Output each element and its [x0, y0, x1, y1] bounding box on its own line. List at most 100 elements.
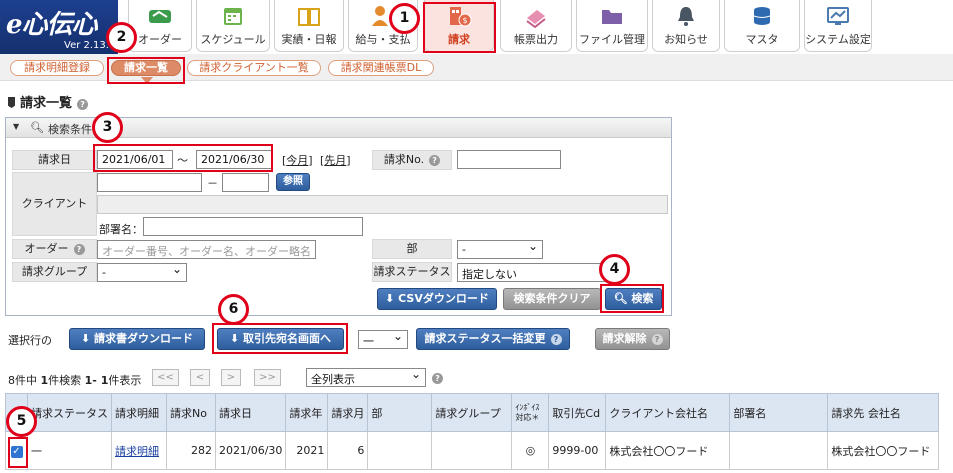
highlight-box-billing-tab: [423, 2, 496, 53]
nav-tab-settings[interactable]: システム設定: [804, 0, 872, 52]
column-header[interactable]: 取引先Cd: [548, 393, 607, 432]
column-header[interactable]: 請求ステータス: [27, 393, 112, 432]
download-icon: ⬇: [80, 332, 95, 345]
help-icon[interactable]: ?: [73, 244, 85, 255]
nav-tab-label: オーダー: [138, 33, 182, 46]
nav-tab-files[interactable]: ファイル管理: [576, 0, 648, 52]
invoice-no-cell: 282: [166, 431, 216, 470]
this-month-link[interactable]: 今月: [286, 154, 308, 167]
client-reference-button[interactable]: 参照: [276, 173, 310, 191]
summary-mid: 件検索: [48, 374, 85, 387]
invoice-no-label-text: 請求No.: [383, 153, 425, 166]
nav-tab-reports[interactable]: 帳票出力: [500, 0, 572, 52]
database-icon: [753, 7, 771, 25]
results-summary: 8件中 1件検索 1- 1件表示: [8, 372, 141, 388]
clear-conditions-button[interactable]: 検索条件クリア: [503, 288, 601, 310]
last-month-link[interactable]: 先月: [324, 154, 346, 167]
column-header[interactable]: 請求年: [285, 393, 329, 432]
cancel-invoice-button[interactable]: 請求解除?: [595, 328, 670, 350]
highlight-box-date-range: [93, 144, 273, 172]
pager-first-button[interactable]: <<: [152, 369, 179, 386]
invoice-support-cell: ◎: [511, 431, 550, 470]
partner-code-cell: 9999-00: [548, 431, 607, 470]
magnifier-icon: 🔍︎: [30, 121, 44, 134]
division-cell: [367, 431, 433, 470]
table-row[interactable]: ✓ 一 請求明細 282 2021/06/30 2021 6 ◎ 9999-00…: [5, 431, 940, 470]
subtab-invoice-reports-dl[interactable]: 請求関連帳票DL: [328, 60, 434, 76]
nav-tab-label: マスタ: [745, 33, 779, 46]
column-header[interactable]: 部署名: [729, 393, 829, 432]
highlight-box-search-button: [600, 284, 664, 313]
handshake-icon: [149, 10, 171, 23]
invoice-no-label: 請求No.?: [372, 150, 452, 170]
pager-last-button[interactable]: >>: [254, 369, 281, 386]
invoice-download-label: 請求書ダウンロード: [94, 332, 194, 345]
highlight-box-invoice-list-tab: [107, 57, 185, 84]
help-icon[interactable]: ?: [77, 99, 89, 110]
nav-tab-schedule[interactable]: スケジュール: [196, 0, 270, 52]
last-month-link-wrapper: [先月]: [320, 154, 351, 167]
summary-post: 件表示: [108, 374, 142, 387]
bulk-status-change-button[interactable]: 請求ステータス一括変更?: [416, 328, 570, 350]
column-display-select[interactable]: 全列表示: [306, 367, 426, 387]
pager-next-button[interactable]: >: [221, 369, 241, 386]
column-header[interactable]: 請求先 会社名: [827, 393, 940, 432]
subtab-invoice-detail-register[interactable]: 請求明細登録: [10, 60, 104, 76]
nav-tab-results[interactable]: 実績・日報: [274, 0, 344, 52]
summary-total: 8件中: [8, 374, 41, 387]
column-header[interactable]: 請求No: [166, 393, 216, 432]
column-header[interactable]: 請求明細: [111, 393, 167, 432]
client-code-to-input[interactable]: [222, 173, 269, 192]
app-logo[interactable]: e心伝心 Ver 2.13.0: [0, 0, 118, 54]
summary-range: 1- 1: [84, 374, 109, 387]
annotation-marker-6: 6: [218, 294, 249, 325]
annotation-marker-3: 3: [92, 112, 123, 143]
book-icon: [298, 8, 320, 26]
highlight-box-row-checkbox: [8, 437, 28, 468]
invoice-status-select[interactable]: 指定しない: [457, 263, 608, 282]
client-code-from-input[interactable]: [97, 173, 202, 192]
collapse-caret-icon[interactable]: ▼: [13, 122, 19, 131]
column-header[interactable]: 部: [367, 393, 433, 432]
nav-tab-master[interactable]: マスタ: [724, 0, 800, 52]
column-header[interactable]: 請求月: [327, 393, 369, 432]
division-label: 部: [372, 239, 452, 259]
bulk-status-change-label: 請求ステータス一括変更: [424, 332, 546, 345]
subtab-invoice-client-list[interactable]: 請求クライアント一覧: [187, 60, 321, 76]
folder-icon: [602, 10, 622, 24]
help-icon[interactable]: ?: [429, 155, 441, 166]
help-icon[interactable]: ?: [432, 373, 443, 384]
bell-icon: [678, 7, 694, 26]
pager-prev-button[interactable]: <: [190, 369, 210, 386]
cancel-invoice-label: 請求解除: [602, 332, 647, 345]
brand-name: e心伝心: [6, 10, 98, 40]
invoice-group-select[interactable]: -: [97, 262, 187, 282]
order-label-text: オーダー: [24, 242, 69, 255]
csv-download-button[interactable]: ⬇ CSVダウンロード: [377, 288, 497, 310]
column-header[interactable]: クライアント会社名: [605, 393, 731, 432]
help-icon[interactable]: ?: [550, 334, 562, 345]
annotation-marker-5: 5: [6, 406, 37, 437]
table-header-row: 請求ステータス 請求明細 請求No 請求日 請求年 請求月 部 請求グループ ｲ…: [5, 393, 940, 432]
help-icon[interactable]: ?: [651, 334, 663, 345]
invoice-detail-link[interactable]: 請求明細: [115, 445, 159, 458]
order-label: オーダー?: [12, 239, 97, 259]
column-header[interactable]: 請求日: [214, 393, 287, 432]
department-label: 部署名：: [99, 223, 143, 236]
order-search-input[interactable]: オーダー番号、オーダー名、オーダー略名: [97, 240, 316, 259]
nav-tab-notices[interactable]: お知らせ: [652, 0, 720, 52]
billing-company-cell: 株式会社〇〇フード: [827, 431, 940, 470]
column-header[interactable]: 請求グループ: [431, 393, 513, 432]
summary-count: 1: [40, 374, 49, 387]
invoice-no-input[interactable]: [457, 150, 561, 169]
column-header[interactable]: ｲﾝﾎﾞｲｽ対応＊: [511, 393, 550, 432]
bulk-status-select[interactable]: 一: [358, 329, 408, 349]
division-select[interactable]: -: [457, 239, 543, 259]
client-label: クライアント: [12, 172, 97, 236]
page-title-text: 請求一覧: [20, 96, 73, 111]
search-panel-title: 検索条件: [48, 123, 92, 136]
nav-tab-order[interactable]: オーダー: [128, 0, 192, 52]
department-input[interactable]: [143, 217, 363, 236]
invoice-download-button[interactable]: ⬇ 請求書ダウンロード: [69, 328, 205, 350]
selected-rows-label: 選択行の: [8, 334, 52, 347]
